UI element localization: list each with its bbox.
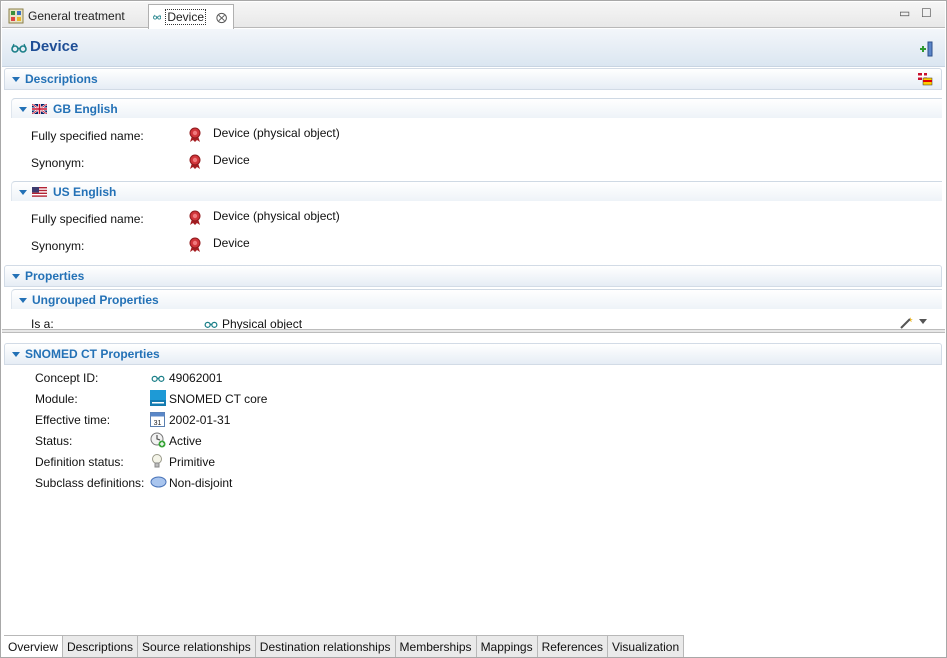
properties-section-header[interactable]: Properties (4, 265, 942, 287)
preferred-ribbon-icon (189, 127, 201, 142)
concept-hierarchy-icon (8, 8, 24, 24)
tab-destination-relationships[interactable]: Destination relationships (255, 636, 396, 657)
gb-english-subsection[interactable]: GB English (11, 98, 942, 118)
preferred-ribbon-icon (189, 210, 201, 225)
synonym-label: Synonym: (31, 239, 85, 253)
ihtsdo-module-icon (150, 390, 166, 406)
add-column-icon[interactable] (918, 41, 934, 57)
uk-flag-icon (32, 103, 47, 114)
tab-mappings[interactable]: Mappings (476, 636, 538, 657)
active-clock-icon (150, 432, 166, 448)
synonym-value[interactable]: Device (213, 153, 250, 167)
preferred-ribbon-icon (189, 154, 201, 169)
collapse-triangle-icon[interactable] (12, 77, 20, 82)
fsn-label: Fully specified name: (31, 212, 144, 226)
svg-text:31: 31 (154, 420, 162, 427)
subclass-definitions-label: Subclass definitions: (35, 476, 145, 490)
fsn-label: Fully specified name: (31, 129, 144, 143)
subclass-definitions-value[interactable]: Non-disjoint (169, 476, 232, 490)
is-a-value[interactable]: Physical object (222, 317, 302, 329)
close-icon[interactable]: ⨂ (216, 11, 227, 24)
effective-time-label: Effective time: (35, 413, 111, 427)
magic-wand-icon[interactable] (899, 316, 913, 329)
fsn-value[interactable]: Device (physical object) (213, 209, 340, 223)
minimize-icon[interactable]: ▭ (899, 6, 910, 20)
glasses-icon (151, 375, 165, 382)
collapse-triangle-icon[interactable] (19, 107, 27, 112)
synonym-label: Synonym: (31, 156, 85, 170)
tab-descriptions[interactable]: Descriptions (63, 636, 139, 657)
editor-tab-bar: General treatment Device ⨂ ▭ ☐ (2, 2, 945, 29)
concept-id-value[interactable]: 49062001 (169, 371, 222, 385)
editor-window: General treatment Device ⨂ ▭ ☐ Device De… (0, 0, 947, 658)
snomed-properties-section-header[interactable]: SNOMED CT Properties (4, 343, 942, 365)
page-title: Device (30, 38, 79, 55)
definition-status-label: Definition status: (35, 455, 124, 469)
tab-label: Device (165, 9, 206, 25)
editor-header: Device (2, 29, 945, 67)
tab-general-treatment[interactable]: General treatment (4, 4, 146, 28)
bottom-tab-bar: Overview Descriptions Source relationshi… (4, 635, 685, 657)
collapse-triangle-icon[interactable] (19, 298, 27, 303)
dropdown-arrow-icon[interactable] (919, 319, 927, 324)
tab-device[interactable]: Device ⨂ (148, 4, 234, 29)
us-english-subsection[interactable]: US English (11, 181, 942, 201)
effective-time-value[interactable]: 2002-01-31 (169, 413, 230, 427)
collapse-triangle-icon[interactable] (12, 274, 20, 279)
glasses-icon (204, 321, 218, 328)
glasses-icon (153, 14, 162, 20)
preferred-ribbon-icon (189, 237, 201, 252)
pane-splitter[interactable] (2, 329, 945, 333)
ungrouped-properties-subsection[interactable]: Ungrouped Properties (11, 289, 942, 309)
non-disjoint-icon (150, 476, 167, 488)
lightbulb-icon (152, 454, 162, 468)
glasses-icon (11, 43, 27, 53)
tab-memberships[interactable]: Memberships (395, 636, 477, 657)
tab-visualization[interactable]: Visualization (607, 636, 685, 657)
descriptions-section-header[interactable]: Descriptions (4, 68, 942, 90)
definition-status-value[interactable]: Primitive (169, 455, 215, 469)
module-value[interactable]: SNOMED CT core (169, 392, 267, 406)
tab-overview[interactable]: Overview (4, 636, 64, 657)
collapse-triangle-icon[interactable] (12, 352, 20, 357)
maximize-icon[interactable]: ☐ (921, 6, 932, 20)
fsn-value[interactable]: Device (physical object) (213, 126, 340, 140)
status-label: Status: (35, 434, 73, 448)
tab-references[interactable]: References (537, 636, 608, 657)
collapse-triangle-icon[interactable] (19, 190, 27, 195)
language-flags-icon[interactable] (917, 72, 933, 86)
tab-label: General treatment (28, 9, 125, 23)
synonym-value[interactable]: Device (213, 236, 250, 250)
tab-source-relationships[interactable]: Source relationships (138, 636, 256, 657)
concept-id-label: Concept ID: (35, 371, 99, 385)
calendar-icon: 31 (150, 412, 165, 427)
status-value[interactable]: Active (169, 434, 202, 448)
module-label: Module: (35, 392, 78, 406)
us-flag-icon (32, 186, 47, 197)
